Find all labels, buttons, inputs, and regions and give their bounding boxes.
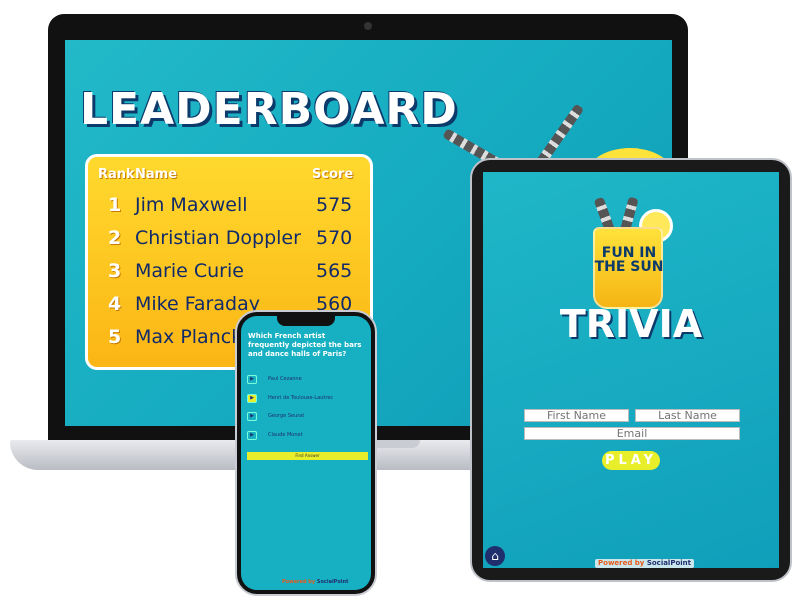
answer-option[interactable]: ▶ Claude Monet — [247, 431, 367, 441]
player-name: Christian Doppler — [135, 227, 301, 249]
table-row: 2 Christian Doppler 570 — [88, 227, 370, 260]
find-answer-button[interactable]: Find Answer — [247, 452, 368, 460]
phone-notch — [277, 314, 335, 326]
rank-header: Rank — [98, 167, 135, 182]
table-row: 1 Jim Maxwell 575 — [88, 194, 370, 227]
email-input[interactable] — [524, 427, 740, 440]
score: 570 — [316, 227, 353, 249]
trivia-title: TRIVIA — [559, 302, 703, 346]
player-name: Max Planck — [135, 326, 243, 348]
powered-by[interactable]: Powered by SocialPoint — [279, 579, 351, 586]
rank: 3 — [108, 260, 122, 282]
player-name: Marie Curie — [135, 260, 244, 282]
player-name: Mike Faraday — [135, 293, 260, 315]
tablet-screen: FUN IN THE SUN TRIVIA PLAY ⌂ Powered by … — [483, 172, 779, 568]
score: 575 — [316, 194, 353, 216]
arrow-icon: ▶ — [247, 394, 257, 403]
arrow-icon: ▶ — [247, 375, 257, 384]
table-row: 3 Marie Curie 565 — [88, 260, 370, 293]
answer-option[interactable]: ▶ Paul Cezanne — [247, 375, 367, 385]
rank: 5 — [108, 326, 122, 348]
question-text: Which French artist frequently depicted … — [248, 332, 362, 358]
rank: 2 — [108, 227, 122, 249]
laptop-camera — [364, 22, 372, 30]
score-header: Score — [312, 167, 354, 182]
home-icon[interactable]: ⌂ — [485, 546, 505, 566]
play-button[interactable]: PLAY — [602, 451, 660, 470]
logo-text: FUN IN THE SUN — [594, 245, 664, 275]
leaderboard-title: LEADERBOARD — [80, 84, 458, 135]
score: 565 — [316, 260, 353, 282]
last-name-input[interactable] — [635, 409, 740, 422]
answer-option[interactable]: ▶ Henri de Toulouse-Lautrec — [247, 394, 367, 404]
rank: 4 — [108, 293, 122, 315]
first-name-input[interactable] — [524, 409, 629, 422]
name-header: Name — [135, 167, 178, 182]
phone-screen: Which French artist frequently depicted … — [241, 316, 371, 590]
player-name: Jim Maxwell — [135, 194, 248, 216]
powered-by[interactable]: Powered by SocialPoint — [595, 559, 695, 568]
arrow-icon: ▶ — [247, 412, 257, 421]
arrow-icon: ▶ — [247, 431, 257, 440]
rank: 1 — [108, 194, 122, 216]
answer-option[interactable]: ▶ George Seurat — [247, 412, 367, 422]
